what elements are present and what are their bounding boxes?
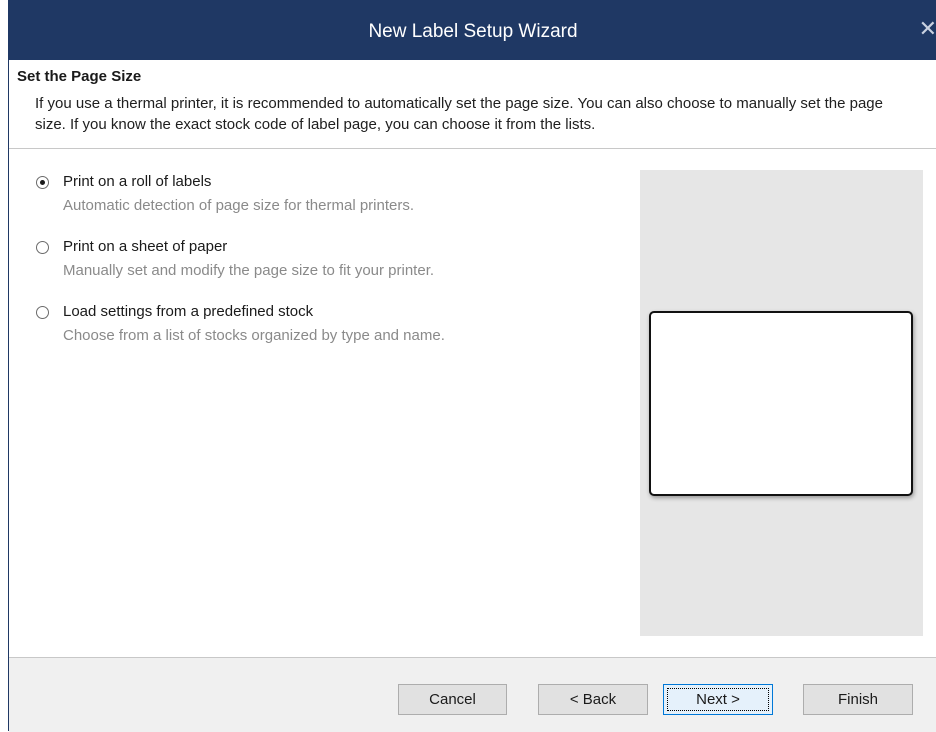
option-label[interactable]: Load settings from a predefined stock bbox=[63, 303, 313, 320]
page-title: Set the Page Size bbox=[17, 68, 142, 85]
title-bar: New Label Setup Wizard ✕ bbox=[9, 0, 936, 60]
option-predefined-stock[interactable]: Load settings from a predefined stock Ch… bbox=[9, 300, 609, 365]
option-description: Manually set and modify the page size to… bbox=[63, 262, 435, 279]
option-label[interactable]: Print on a sheet of paper bbox=[63, 238, 227, 255]
page-preview-panel bbox=[640, 170, 923, 636]
close-icon[interactable]: ✕ bbox=[917, 16, 936, 42]
finish-button[interactable]: Finish bbox=[803, 684, 913, 715]
label-page-preview bbox=[649, 311, 913, 496]
option-label[interactable]: Print on a roll of labels bbox=[63, 173, 211, 190]
radio-sheet-of-paper[interactable] bbox=[36, 241, 49, 254]
focus-rectangle bbox=[667, 688, 769, 711]
option-description: Automatic detection of page size for the… bbox=[63, 197, 415, 214]
back-button[interactable]: < Back bbox=[538, 684, 648, 715]
wizard-footer: Cancel < Back Next > Finish bbox=[9, 657, 936, 732]
wizard-window: New Label Setup Wizard ✕ Set the Page Si… bbox=[8, 0, 936, 732]
next-button[interactable]: Next > bbox=[663, 684, 773, 715]
option-sheet-of-paper[interactable]: Print on a sheet of paper Manually set a… bbox=[9, 235, 609, 300]
cancel-button[interactable]: Cancel bbox=[398, 684, 507, 715]
radio-roll-of-labels[interactable] bbox=[36, 176, 49, 189]
option-roll-of-labels[interactable]: Print on a roll of labels Automatic dete… bbox=[9, 170, 609, 235]
page-description: If you use a thermal printer, it is reco… bbox=[35, 95, 883, 133]
window-title: New Label Setup Wizard bbox=[368, 21, 578, 42]
wizard-header: Set the Page Size If you use a thermal p… bbox=[9, 60, 936, 149]
option-description: Choose from a list of stocks organized b… bbox=[63, 327, 445, 344]
page-size-options: Print on a roll of labels Automatic dete… bbox=[9, 170, 609, 365]
radio-predefined-stock[interactable] bbox=[36, 306, 49, 319]
